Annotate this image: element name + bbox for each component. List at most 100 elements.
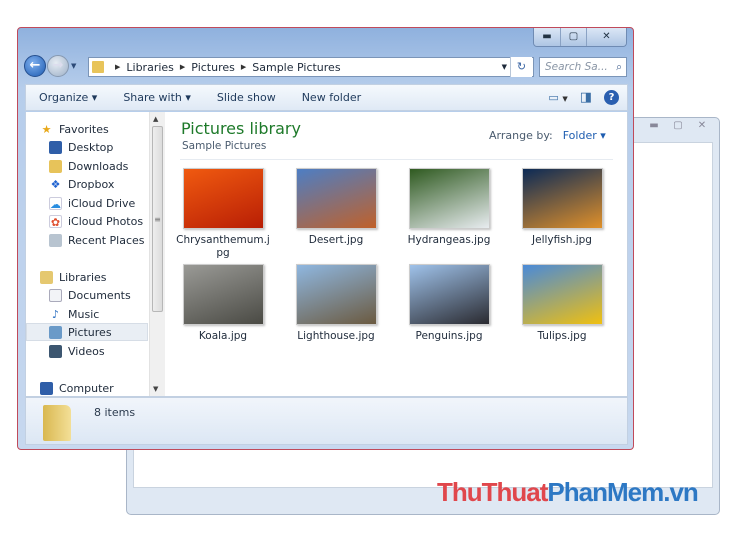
libraries-icon — [40, 270, 53, 284]
arrange-dropdown[interactable]: Folder ▾ — [563, 129, 606, 142]
nav-label: Favorites — [59, 122, 109, 136]
bg-minimize-button[interactable]: ▬ — [643, 120, 665, 131]
pictures-icon — [49, 325, 62, 339]
nav-label: Computer — [59, 381, 114, 395]
file-name: Penguins.jpg — [415, 330, 483, 342]
file-name: Tulips.jpg — [537, 330, 587, 342]
watermark-part1: ThuThuat — [437, 477, 548, 507]
recent-pages-dropdown[interactable]: ▼ — [71, 62, 76, 70]
library-subtitle: Sample Pictures — [182, 140, 267, 152]
nav-label: iCloud Drive — [68, 196, 136, 210]
nav-scrollbar[interactable]: ▲ ≡ ▼ — [149, 112, 165, 396]
refresh-button[interactable]: ↻ — [510, 57, 532, 77]
library-title: Pictures library — [181, 119, 301, 138]
photos-icon: ✿ — [49, 214, 62, 229]
nav-label: Music — [68, 307, 100, 321]
navigation-pane: ★ Favorites Desktop Downloads ❖ Dropbox ☁ i… — [26, 112, 149, 396]
nav-label: Dropbox — [68, 177, 115, 191]
documents-icon — [49, 288, 62, 302]
arrange-by: Arrange by: Folder ▾ — [489, 129, 606, 142]
file-tile[interactable]: Desert.jpg — [286, 168, 386, 247]
new-folder-button[interactable]: New folder — [289, 91, 374, 104]
arrange-label: Arrange by: — [489, 129, 553, 142]
slide-show-button[interactable]: Slide show — [204, 91, 289, 104]
watermark: ThuThuatPhanMem.vn — [437, 477, 699, 508]
bg-maximize-button[interactable]: ▢ — [667, 120, 689, 131]
file-name: Lighthouse.jpg — [297, 330, 375, 342]
close-button[interactable]: ✕ — [586, 28, 626, 46]
file-tile[interactable]: Jellyfish.jpg — [512, 168, 612, 247]
computer-icon — [40, 381, 53, 395]
file-name: Koala.jpg — [198, 330, 248, 342]
file-tile[interactable]: Penguins.jpg — [399, 264, 499, 343]
preview-pane-icon[interactable]: ◨ — [580, 90, 592, 105]
thumbnail-image[interactable] — [521, 168, 603, 229]
search-icon[interactable]: ⌕ — [616, 58, 622, 76]
scroll-down-arrow[interactable]: ▼ — [153, 385, 158, 393]
cloud-icon: ☁ — [49, 196, 62, 211]
back-button[interactable]: ← — [24, 55, 46, 77]
nav-label: Libraries — [59, 270, 107, 284]
file-view: Pictures library Sample Pictures Arrange… — [166, 112, 627, 396]
file-tile[interactable]: Tulips.jpg — [512, 264, 612, 343]
item-count: 8 items — [94, 406, 136, 419]
music-icon: ♪ — [51, 307, 60, 321]
search-input[interactable]: Search Sa... ⌕ — [539, 57, 627, 77]
nav-libraries[interactable]: Libraries — [40, 268, 161, 286]
chevron-right-icon[interactable]: ▶ — [115, 63, 120, 71]
chevron-right-icon[interactable]: ▶ — [241, 63, 246, 71]
nav-computer[interactable]: Computer — [40, 379, 161, 397]
breadcrumb-libraries[interactable]: Libraries — [126, 61, 174, 74]
address-bar[interactable]: ▶ Libraries ▶ Pictures ▶ Sample Pictures… — [88, 57, 534, 77]
organize-button[interactable]: Organize ▾ — [26, 91, 110, 104]
nav-label: Desktop — [68, 140, 114, 154]
folder-icon — [92, 61, 104, 73]
file-name: Chrysanthemum.jpg — [176, 234, 270, 259]
forward-button[interactable]: → — [47, 55, 69, 77]
maximize-button[interactable]: ▢ — [560, 28, 586, 46]
scrollbar-thumb[interactable]: ≡ — [152, 126, 163, 312]
breadcrumb-sample-pictures[interactable]: Sample Pictures — [252, 61, 340, 74]
nav-label: Videos — [68, 344, 105, 358]
file-name: Jellyfish.jpg — [532, 234, 592, 246]
breadcrumb-pictures[interactable]: Pictures — [191, 61, 235, 74]
address-dropdown[interactable]: ▼ — [502, 63, 507, 71]
minimize-button[interactable]: ▬ — [534, 28, 560, 46]
thumbnail-image[interactable] — [295, 168, 377, 229]
downloads-icon — [49, 159, 62, 173]
file-tile[interactable]: Chrysanthemum.jpg — [173, 168, 273, 260]
thumbnail-image[interactable] — [295, 264, 377, 325]
thumbnail-image[interactable] — [408, 168, 490, 229]
chevron-right-icon[interactable]: ▶ — [180, 63, 185, 71]
help-icon[interactable]: ? — [604, 90, 619, 105]
details-pane: 8 items — [25, 397, 628, 445]
change-view-icon[interactable]: ▭ ▼ — [548, 91, 567, 104]
share-with-button[interactable]: Share with ▾ — [110, 91, 204, 104]
nav-label: Recent Places — [68, 233, 145, 247]
nav-pictures[interactable]: Pictures — [26, 323, 148, 341]
bg-close-button[interactable]: ✕ — [691, 120, 713, 131]
nav-label: Downloads — [68, 159, 129, 173]
file-tile[interactable]: Lighthouse.jpg — [286, 264, 386, 343]
scroll-up-arrow[interactable]: ▲ — [153, 115, 158, 123]
search-placeholder: Search Sa... — [545, 61, 608, 73]
thumbnail-image[interactable] — [408, 264, 490, 325]
star-icon: ★ — [41, 122, 52, 136]
file-tile[interactable]: Hydrangeas.jpg — [399, 168, 499, 247]
explorer-window: ▬ ▢ ✕ ← → ▼ ▶ Libraries ▶ Pictures ▶ Sam… — [17, 27, 634, 450]
file-tile[interactable]: Koala.jpg — [173, 264, 273, 343]
divider — [180, 159, 613, 160]
recent-places-icon — [49, 233, 62, 247]
nav-label: Documents — [68, 288, 131, 302]
watermark-part2: PhanMem.vn — [547, 477, 698, 507]
nav-label: iCloud Photos — [68, 214, 144, 228]
command-bar: Organize ▾ Share with ▾ Slide show New f… — [25, 84, 628, 111]
folder-icon — [43, 405, 71, 441]
file-name: Desert.jpg — [308, 234, 364, 246]
thumbnail-image[interactable] — [182, 168, 264, 229]
thumbnail-image[interactable] — [182, 264, 264, 325]
thumbnail-image[interactable] — [521, 264, 603, 325]
file-name: Hydrangeas.jpg — [407, 234, 491, 246]
nav-favorites[interactable]: ★ Favorites — [40, 120, 161, 138]
videos-icon — [49, 344, 62, 358]
